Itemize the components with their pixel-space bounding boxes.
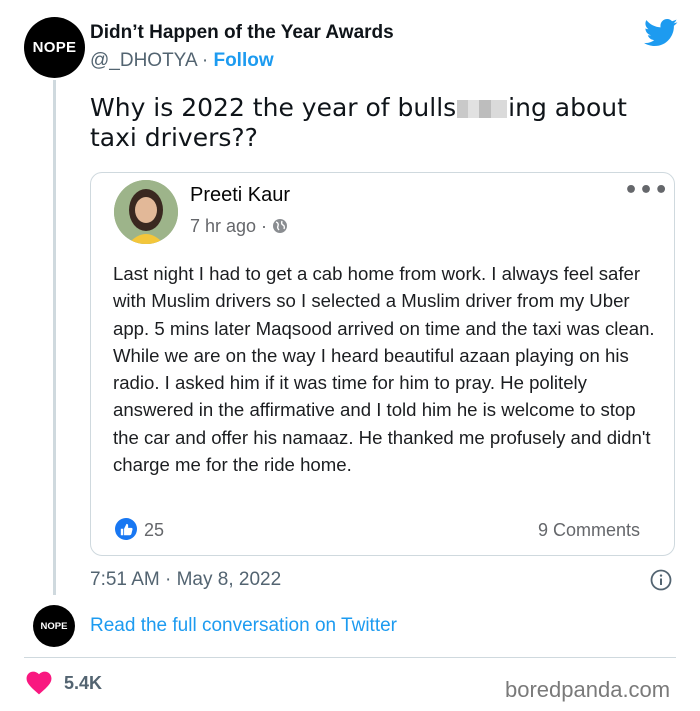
tweet-text-part1: Why is 2022 the year of bulls: [90, 93, 457, 122]
author-name[interactable]: Didn’t Happen of the Year Awards: [90, 22, 394, 44]
globe-icon: [273, 219, 288, 233]
tweet-timestamp[interactable]: 7:51 AM · May 8, 2022: [90, 569, 281, 591]
likes-count[interactable]: 5.4K: [64, 673, 102, 694]
handle-row: @_DHOTYA · Follow: [90, 50, 274, 72]
twitter-bird-icon[interactable]: [644, 18, 678, 48]
tweet-text: Why is 2022 the year of bulls ing about t…: [90, 93, 680, 153]
divider: [24, 657, 676, 658]
small-avatar-text: NOPE: [40, 620, 68, 632]
info-icon[interactable]: [650, 569, 672, 591]
post-like-count: 25: [144, 520, 165, 540]
follow-button[interactable]: Follow: [213, 50, 273, 71]
avatar-text: NOPE: [32, 39, 77, 56]
post-author-avatar: [114, 180, 178, 244]
post-comments-link[interactable]: 9 Comments: [538, 520, 640, 541]
read-full-conversation-link[interactable]: Read the full conversation on Twitter: [90, 615, 397, 637]
post-time: 7 hr ago ·: [190, 216, 268, 236]
watermark: boredpanda.com: [505, 677, 671, 702]
post-author-name[interactable]: Preeti Kaur: [190, 184, 290, 207]
handle-separator: ·: [196, 50, 214, 71]
author-avatar[interactable]: NOPE: [24, 17, 85, 78]
conversation-avatar[interactable]: NOPE: [33, 605, 75, 647]
censor-blur: [457, 100, 508, 118]
post-time-row: 7 hr ago ·: [190, 216, 288, 237]
post-body: Last night I had to get a cab home from …: [113, 263, 655, 476]
heart-icon[interactable]: [26, 671, 52, 695]
thread-line: [53, 80, 56, 595]
author-handle[interactable]: @_DHOTYA: [90, 50, 197, 71]
thumbs-up-icon: [115, 518, 137, 540]
more-icon[interactable]: •••: [624, 178, 669, 203]
